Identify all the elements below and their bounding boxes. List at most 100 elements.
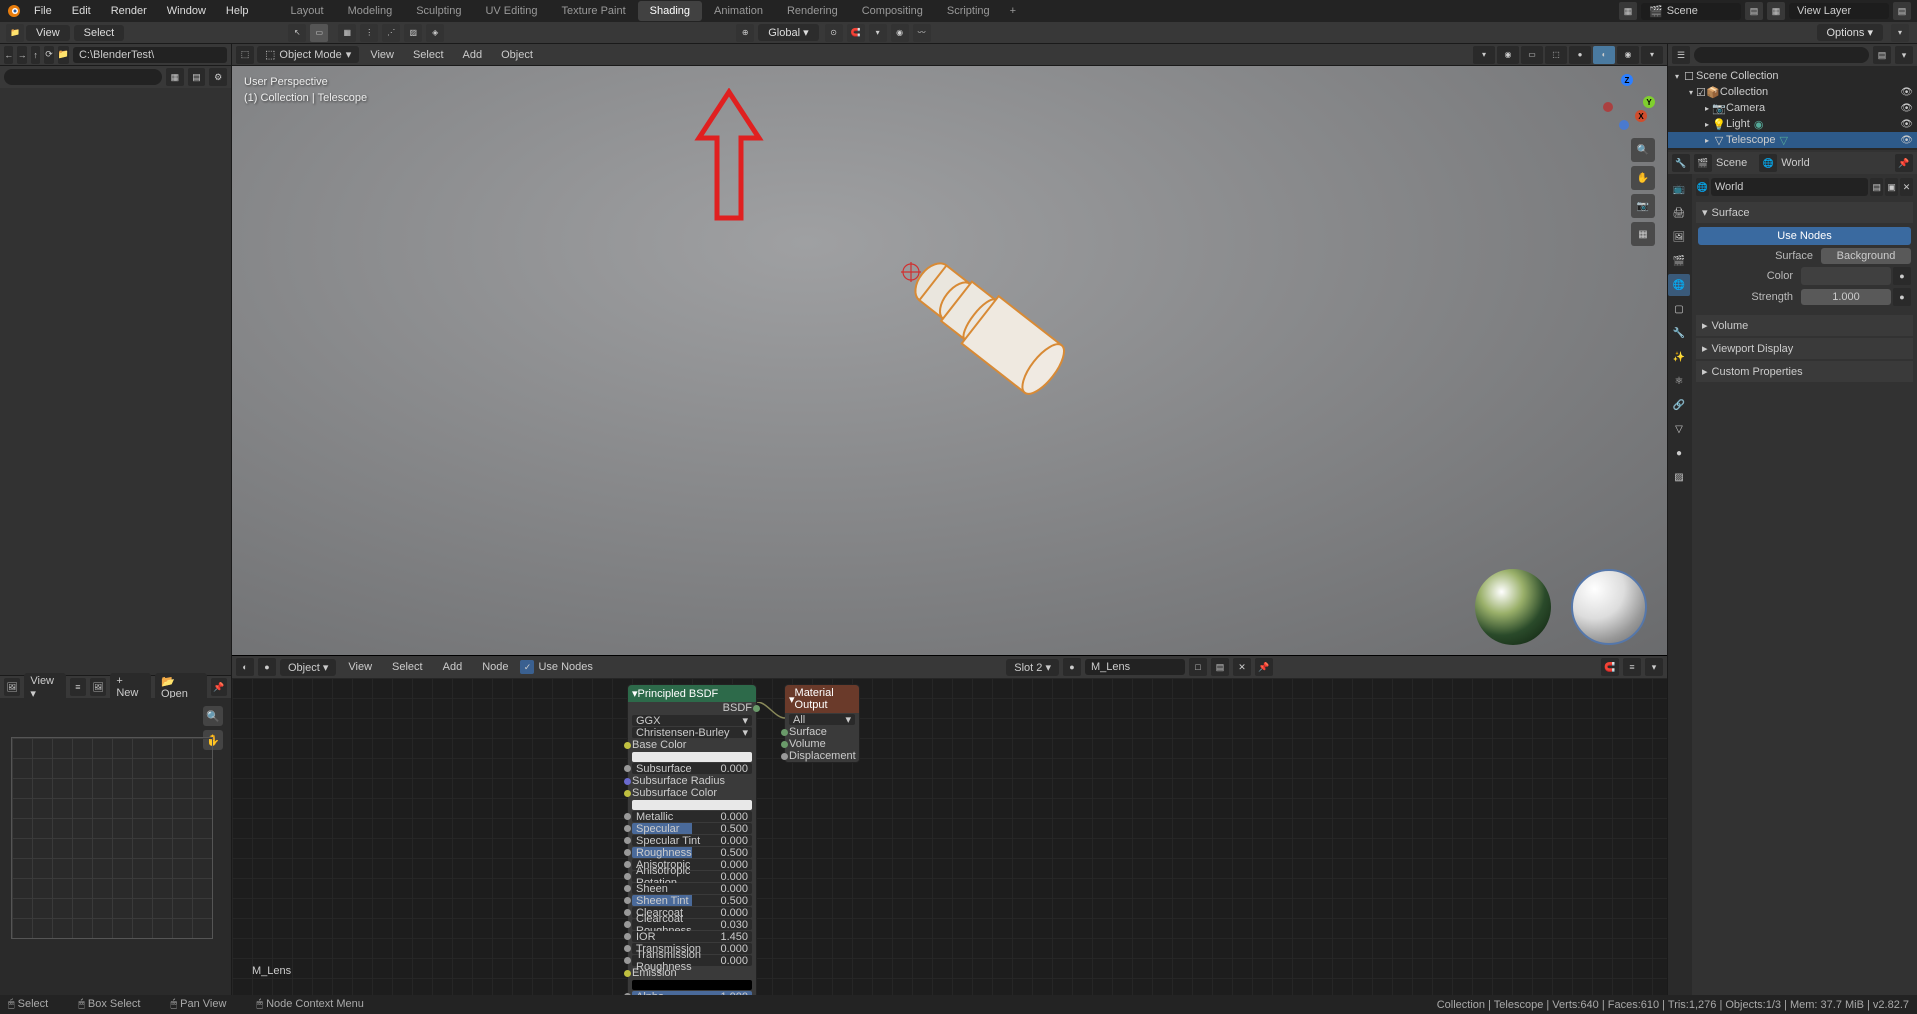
telescope-object[interactable]	[887, 244, 1097, 414]
image-pin-icon[interactable]: 📌	[211, 678, 227, 696]
zoom-icon[interactable]: 🔍	[203, 706, 223, 726]
bsdf-metallic-field[interactable]: Metallic0.000	[632, 811, 752, 822]
bsdf-clearcoat-roughness-field[interactable]: Clearcoat Roughness0.030	[632, 919, 752, 930]
fb-view-menu[interactable]: View	[26, 25, 70, 41]
perspective-toggle-button[interactable]: ▦	[1631, 222, 1655, 246]
bsdf-sheen-tint-field[interactable]: Sheen Tint0.500	[632, 895, 752, 906]
surface-panel-header[interactable]: ▾ Surface	[1696, 202, 1913, 223]
mode-dropdown[interactable]: ⬚ Object Mode ▾	[257, 46, 359, 63]
tab-layout[interactable]: Layout	[279, 1, 336, 21]
custom-props-panel-header[interactable]: ▸ Custom Properties	[1696, 361, 1913, 382]
shader-type-icon[interactable]: ●	[258, 658, 276, 676]
zoom-button[interactable]: 🔍	[1631, 138, 1655, 162]
bsdf-input-socket[interactable]	[624, 993, 631, 995]
viewport-select-menu[interactable]: Select	[405, 47, 452, 63]
material-preview-sphere[interactable]	[1571, 569, 1647, 645]
search-input[interactable]	[4, 69, 162, 85]
settings-icon[interactable]: ⚙	[209, 68, 227, 86]
world-color-field[interactable]	[1801, 267, 1891, 285]
tab-modeling[interactable]: Modeling	[336, 1, 405, 21]
image-menu-icon[interactable]: ≡	[70, 678, 86, 696]
image-browse-icon[interactable]: 🖼	[90, 678, 106, 696]
particles-tab[interactable]: ✨	[1668, 346, 1690, 368]
show-gizmo-icon[interactable]: ▾	[1473, 46, 1495, 64]
tab-compositing[interactable]: Compositing	[850, 1, 935, 21]
bsdf-base-color-field[interactable]	[632, 752, 752, 762]
viewport-display-panel-header[interactable]: ▸ Viewport Display	[1696, 338, 1913, 359]
rendered-shading-icon[interactable]: ◉	[1617, 46, 1639, 64]
bsdf-input-socket[interactable]	[624, 945, 631, 952]
volume-input-socket[interactable]	[781, 741, 788, 748]
output-tab[interactable]: 🖨	[1668, 202, 1690, 224]
bsdf-input-socket[interactable]	[624, 861, 631, 868]
fb-select-menu[interactable]: Select	[74, 25, 125, 41]
bsdf-input-socket[interactable]	[624, 765, 631, 772]
displacement-input-socket[interactable]	[781, 753, 788, 760]
scene-tab[interactable]: 🎬	[1668, 250, 1690, 272]
hdri-preview-sphere[interactable]	[1475, 569, 1551, 645]
principled-bsdf-node[interactable]: ▾ Principled BSDF BSDF GGX▾ Christensen-…	[627, 684, 757, 995]
viewport-add-menu[interactable]: Add	[455, 47, 491, 63]
add-workspace-button[interactable]: +	[1002, 1, 1024, 21]
bsdf-subsurface-field[interactable]: Subsurface0.000	[632, 763, 752, 774]
bsdf-emission-field[interactable]	[632, 980, 752, 990]
node-node-menu[interactable]: Node	[474, 659, 516, 675]
bsdf-input-socket[interactable]	[624, 921, 631, 928]
shading-dropdown-icon[interactable]: ▾	[1641, 46, 1663, 64]
tab-shading[interactable]: Shading	[638, 1, 702, 21]
snap-toggle-icon[interactable]: 🧲	[847, 24, 865, 42]
viewport-view-menu[interactable]: View	[362, 47, 402, 63]
bsdf-input-socket[interactable]	[624, 909, 631, 916]
bsdf-alpha-field[interactable]: Alpha1.000	[632, 991, 752, 995]
material-tab[interactable]: ●	[1668, 442, 1690, 464]
render-tab[interactable]: 📺	[1668, 178, 1690, 200]
image-new-button[interactable]: + New	[110, 673, 151, 701]
filebrowser-body[interactable]	[0, 88, 231, 675]
orientation-dropdown[interactable]: Global ▾	[758, 24, 818, 41]
menu-edit[interactable]: Edit	[62, 1, 101, 21]
tab-uv-editing[interactable]: UV Editing	[473, 1, 549, 21]
tab-texture-paint[interactable]: Texture Paint	[549, 1, 637, 21]
viewlayer-new-button[interactable]: ▤	[1893, 2, 1911, 20]
scene-data-icon[interactable]: 🎬	[1694, 154, 1712, 172]
tab-animation[interactable]: Animation	[702, 1, 775, 21]
outliner-collection[interactable]: ▾☑ 📦Collection👁	[1668, 84, 1917, 100]
menu-file[interactable]: File	[24, 1, 62, 21]
pan-button[interactable]: ✋	[1631, 166, 1655, 190]
material-output-node[interactable]: ▾ Material Output All▾ Surface Volume Di…	[784, 684, 860, 763]
visibility-toggle[interactable]: 👁	[1900, 103, 1913, 114]
slot-dropdown[interactable]: Slot 2 ▾	[1006, 659, 1059, 676]
strength-driver-icon[interactable]: ●	[1893, 288, 1911, 306]
surface-input-socket[interactable]	[781, 729, 788, 736]
show-overlays-icon[interactable]: ◉	[1497, 46, 1519, 64]
scene-new-button[interactable]: ▤	[1745, 2, 1763, 20]
material-pin-icon[interactable]: 📌	[1255, 658, 1273, 676]
bsdf-input-socket[interactable]	[624, 897, 631, 904]
world-new-icon[interactable]: ▤	[1870, 178, 1883, 196]
outliner-new-collection-icon[interactable]: ▾	[1895, 46, 1913, 64]
image-canvas[interactable]: 🔍 ✋	[0, 698, 231, 995]
node-select-menu[interactable]: Select	[384, 659, 431, 675]
outliner-editor-icon[interactable]: ☰	[1672, 46, 1690, 64]
material-name-input[interactable]	[1085, 659, 1185, 675]
bsdf-input-socket[interactable]	[624, 957, 631, 964]
filebrowser-editor-icon[interactable]: 📁	[6, 24, 24, 42]
material-users-icon[interactable]: □	[1189, 658, 1207, 676]
output-node-title[interactable]: ▾ Material Output	[785, 685, 859, 713]
outliner-filter-icon[interactable]: ▤	[1873, 46, 1891, 64]
3d-viewport[interactable]: User Perspective (1) Collection | Telesc…	[232, 66, 1667, 655]
wireframe-shading-icon[interactable]: ⬚	[1545, 46, 1567, 64]
orientation-icon[interactable]: ⊕	[736, 24, 754, 42]
outliner-camera[interactable]: ▸📷Camera👁	[1668, 100, 1917, 116]
subsurface-method-dropdown[interactable]: Christensen-Burley▾	[632, 727, 752, 738]
visibility-toggle[interactable]: 👁	[1900, 119, 1913, 130]
bsdf-input-socket[interactable]	[624, 837, 631, 844]
bsdf-input-socket[interactable]	[624, 825, 631, 832]
texture-tab[interactable]: ▨	[1668, 466, 1690, 488]
node-canvas[interactable]: M_Lens ▾ Principled BSDF BSDF GGX▾ Chris…	[232, 678, 1667, 995]
mesh-tab[interactable]: ▽	[1668, 418, 1690, 440]
node-options-icon[interactable]: ▾	[1645, 658, 1663, 676]
display-type-icon[interactable]: ▦	[166, 68, 184, 86]
bsdf-roughness-field[interactable]: Roughness0.500	[632, 847, 752, 858]
world-unlink-icon[interactable]: ✕	[1900, 178, 1913, 196]
